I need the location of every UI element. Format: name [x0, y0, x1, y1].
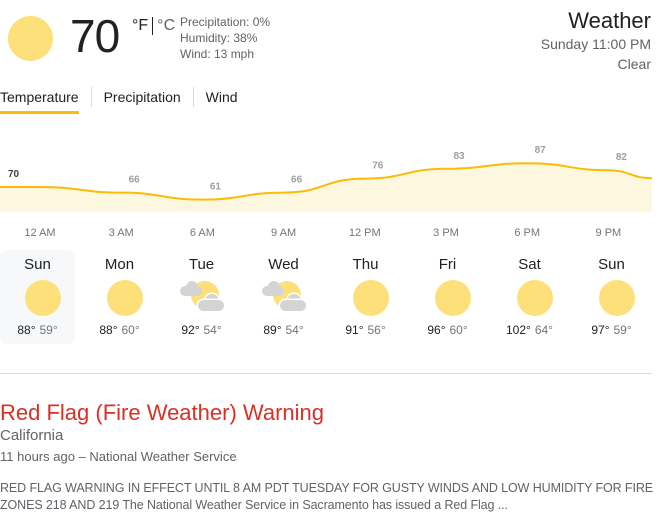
data-label: 61 — [210, 182, 222, 193]
alert-region: California — [0, 427, 64, 444]
wind-text: Wind: 13 mph — [180, 47, 255, 61]
partly-cloudy-icon — [260, 278, 308, 318]
forecast-day[interactable]: Sun 97° 59° — [574, 250, 649, 344]
forecast-high: 96° — [427, 323, 446, 337]
forecast-low: 56° — [367, 323, 386, 337]
forecast-high: 102° — [506, 323, 531, 337]
forecast-high: 88° — [99, 323, 118, 337]
data-label: 83 — [453, 151, 465, 162]
unit-fahrenheit-button[interactable]: °F — [132, 16, 148, 36]
sun-icon — [342, 278, 390, 318]
weather-alert: Red Flag (Fire Weather) Warning Californ… — [0, 400, 660, 514]
forecast-day[interactable]: Mon 88° 60° — [82, 250, 157, 344]
alert-body: RED FLAG WARNING IN EFFECT UNTIL 8 AM PD… — [0, 481, 654, 512]
forecast-low: 60° — [449, 323, 468, 337]
forecast-day[interactable]: Wed 89° 54° — [246, 250, 321, 344]
temperature-chart-svg: 70 12 AM 66 3 AM 61 6 AM 66 9 AM 76 12 PM 83 3 PM 87… — [0, 145, 653, 239]
weather-condition: Clear — [617, 56, 651, 72]
data-label: 66 — [291, 175, 303, 186]
x-tick-label: 12 PM — [349, 227, 381, 239]
forecast-day-name: Fri — [438, 256, 457, 273]
current-sun-icon — [8, 16, 53, 61]
data-label: 66 — [129, 175, 141, 186]
section-divider — [0, 373, 652, 374]
sun-icon — [96, 278, 144, 318]
forecast-day-name: Sat — [518, 256, 541, 273]
forecast-temps: 97° 59° — [574, 322, 649, 338]
unit-celsius-button[interactable]: °C — [157, 16, 175, 36]
temperature-chart: 70 12 AM 66 3 AM 61 6 AM 66 9 AM 76 12 PM 83 3 PM 87… — [0, 140, 666, 250]
x-tick-label: 12 AM — [24, 227, 55, 239]
forecast-high: 88° — [17, 323, 36, 337]
unit-divider — [152, 17, 154, 35]
chart-tabs: Temperature Precipitation Wind — [0, 86, 238, 114]
forecast-temps: 102° 64° — [492, 322, 567, 338]
tab-precipitation[interactable]: Precipitation — [104, 87, 181, 107]
forecast-day-name: Mon — [104, 256, 135, 273]
forecast-temps: 89° 54° — [246, 322, 321, 338]
daily-forecast: Sun 88° 59° Mon 88° 60° Tue 92° 54° Wed 89° 54° Thu 9… — [0, 250, 656, 344]
x-tick-label: 9 PM — [596, 227, 622, 239]
data-label: 87 — [535, 145, 547, 156]
forecast-day[interactable]: Sun 88° 59° — [0, 250, 75, 344]
humidity-text: Humidity: 38% — [180, 31, 258, 45]
unit-toggle: °F °C — [132, 16, 175, 36]
forecast-low: 59° — [613, 323, 632, 337]
weather-title: Weather — [568, 8, 651, 33]
data-label: 76 — [372, 161, 384, 172]
forecast-day-name: Thu — [352, 256, 379, 273]
forecast-temps: 88° 59° — [0, 322, 75, 338]
forecast-high: 97° — [591, 323, 610, 337]
data-label: 82 — [616, 152, 628, 163]
forecast-day-name: Tue — [188, 256, 215, 273]
weather-header: Weather Sunday 11:00 PM Clear — [541, 8, 651, 74]
x-tick-label: 3 AM — [109, 227, 134, 239]
sun-icon — [588, 278, 636, 318]
current-details: Precipitation: 0% Humidity: 38% Wind: 13… — [180, 14, 270, 62]
tab-divider — [192, 87, 194, 107]
forecast-temps: 92° 54° — [164, 322, 239, 338]
forecast-day-name: Sun — [24, 256, 51, 273]
precipitation-text: Precipitation: 0% — [180, 15, 271, 29]
data-label: 70 — [8, 169, 20, 180]
forecast-high: 91° — [345, 323, 364, 337]
forecast-low: 64° — [534, 323, 553, 337]
partly-cloudy-icon — [178, 278, 226, 318]
sun-icon — [424, 278, 472, 318]
forecast-temps: 88° 60° — [82, 322, 157, 338]
forecast-day[interactable]: Thu 91° 56° — [328, 250, 403, 344]
forecast-day-name: Sun — [598, 256, 625, 273]
sun-icon — [14, 278, 62, 318]
x-tick-label: 9 AM — [271, 227, 296, 239]
forecast-high: 89° — [263, 323, 282, 337]
current-temperature: 70 — [70, 10, 120, 62]
x-tick-label: 6 AM — [190, 227, 215, 239]
forecast-temps: 96° 60° — [410, 322, 485, 338]
temperature-area — [0, 163, 652, 212]
forecast-day[interactable]: Fri 96° 60° — [410, 250, 485, 344]
forecast-low: 54° — [203, 323, 222, 337]
forecast-high: 92° — [181, 323, 200, 337]
alert-title-link[interactable]: Red Flag (Fire Weather) Warning — [0, 400, 660, 426]
tab-divider — [90, 87, 92, 107]
x-tick-label: 6 PM — [514, 227, 540, 239]
tab-temperature[interactable]: Temperature — [0, 87, 79, 114]
tab-wind[interactable]: Wind — [206, 87, 238, 107]
forecast-temps: 91° 56° — [328, 322, 403, 338]
forecast-low: 54° — [285, 323, 304, 337]
weather-datetime: Sunday 11:00 PM — [540, 36, 651, 52]
sun-icon — [506, 278, 554, 318]
forecast-day[interactable]: Sat 102° 64° — [492, 250, 567, 344]
forecast-low: 59° — [39, 323, 58, 337]
forecast-day[interactable]: Tue 92° 54° — [164, 250, 239, 344]
x-tick-label: 3 PM — [433, 227, 459, 239]
alert-meta: 11 hours ago – National Weather Service — [0, 449, 237, 464]
forecast-low: 60° — [121, 323, 140, 337]
forecast-day-name: Wed — [268, 256, 299, 273]
